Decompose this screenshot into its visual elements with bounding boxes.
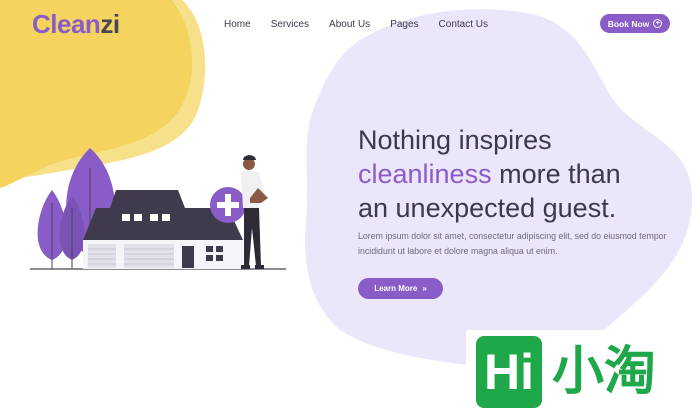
book-now-button[interactable]: Book Now + [600, 14, 670, 33]
person-icon [241, 155, 268, 269]
watermark-hi-badge: Hi [476, 336, 542, 408]
page: Cleanzi Home Services About Us Pages Con… [0, 0, 700, 414]
logo-part-zi: zi [100, 9, 120, 39]
logo-part-clean: Clean [32, 9, 101, 39]
main-nav: Home Services About Us Pages Contact Us [224, 19, 508, 30]
nav-item-about-us[interactable]: About Us [329, 19, 370, 30]
double-chevron-right-icon: » [422, 284, 427, 293]
watermark: Hi 小淘 [466, 330, 700, 414]
learn-more-label: Learn More [374, 284, 418, 293]
hero-title-line2-rest: more than [491, 159, 621, 189]
plus-circle-icon: + [653, 19, 663, 28]
nav-item-contact-us[interactable]: Contact Us [439, 19, 488, 30]
watermark-text: 小淘 [552, 343, 657, 401]
learn-more-button[interactable]: Learn More » [358, 278, 443, 299]
hero-title-highlight: cleanliness [358, 159, 492, 189]
nav-item-home[interactable]: Home [224, 19, 251, 30]
logo[interactable]: Cleanzi [32, 9, 120, 40]
plus-sign-icon [210, 187, 246, 223]
hero-title-line1: Nothing inspires [358, 125, 552, 155]
hero-description: Lorem ipsum dolor sit amet, consectetur … [358, 231, 667, 256]
hero-illustration [30, 148, 286, 270]
hero-title: Nothing inspires cleanliness more than a… [358, 123, 678, 225]
hero-title-line3: an unexpected guest. [358, 193, 617, 223]
nav-item-pages[interactable]: Pages [390, 19, 418, 30]
nav-item-services[interactable]: Services [271, 19, 309, 30]
book-now-label: Book Now [607, 18, 650, 29]
